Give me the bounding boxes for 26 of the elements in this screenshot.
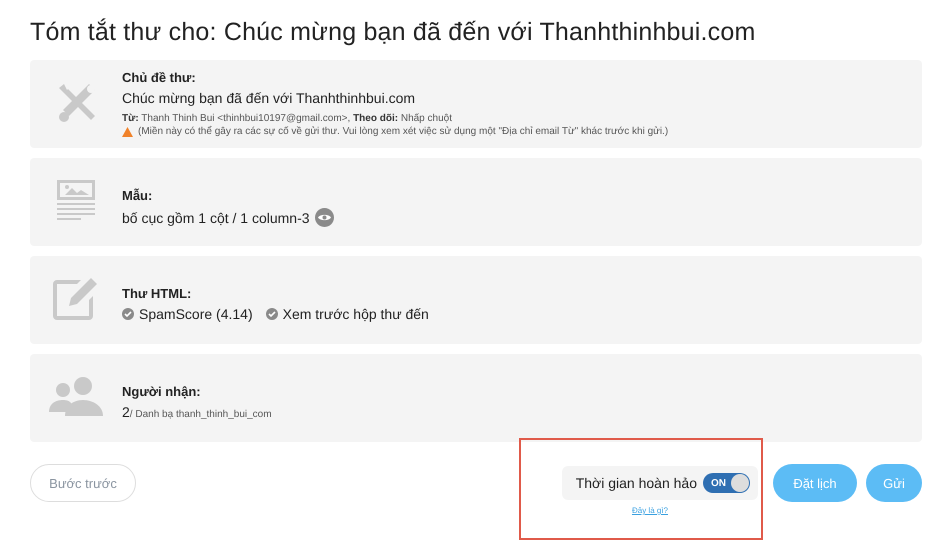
check-label: Xem trước hộp thư đến bbox=[282, 306, 429, 322]
sender-info: Từ: Thanh Thinh Bui <thinhbui10197@gmail.com>, Theo dõi: Nhấp chuột bbox=[122, 112, 453, 125]
check-icon bbox=[122, 308, 134, 320]
send-button[interactable]: Gửi bbox=[866, 464, 922, 502]
section-heading: Mẫu: bbox=[122, 188, 154, 203]
perfect-time-label: Thời gian hoàn hảo bbox=[576, 475, 697, 491]
check-label: SpamScore (4.14) bbox=[139, 306, 253, 322]
users-icon bbox=[49, 376, 103, 416]
contact-list: / Danh bạ thanh_thinh_bui_com bbox=[130, 409, 272, 420]
check-icon bbox=[266, 308, 278, 320]
eye-icon[interactable] bbox=[314, 208, 334, 227]
subject-text: Chúc mừng bạn đã đến với Thanhthinhbui.com bbox=[122, 90, 416, 106]
toggle-switch[interactable]: ON bbox=[703, 473, 750, 493]
section-heading: Thư HTML: bbox=[122, 286, 192, 301]
section-heading: Người nhận: bbox=[122, 384, 202, 399]
page-title: Tóm tắt thư cho: Chúc mừng bạn đã đến với Thanhthinhbui.com bbox=[30, 18, 756, 47]
edit-icon bbox=[53, 278, 99, 320]
warning-icon bbox=[122, 126, 133, 136]
section-heading: Chủ đề thư: bbox=[122, 70, 197, 85]
template-icon bbox=[57, 180, 95, 222]
help-link[interactable]: Đây là gì? bbox=[632, 506, 668, 515]
recipient-count: 2 bbox=[122, 404, 130, 420]
template-name: bố cục gồm 1 cột / 1 column-3 bbox=[122, 210, 310, 226]
warning-text: (Miền này có thể gây ra các sự cố về gửi thư. Vui lòng xem xét việc sử dụng một "Địa chỉ email Từ" khác trước khi gửi.) bbox=[138, 125, 668, 138]
back-button[interactable]: Bước trước bbox=[30, 464, 136, 502]
schedule-button[interactable]: Đặt lịch bbox=[773, 464, 857, 502]
